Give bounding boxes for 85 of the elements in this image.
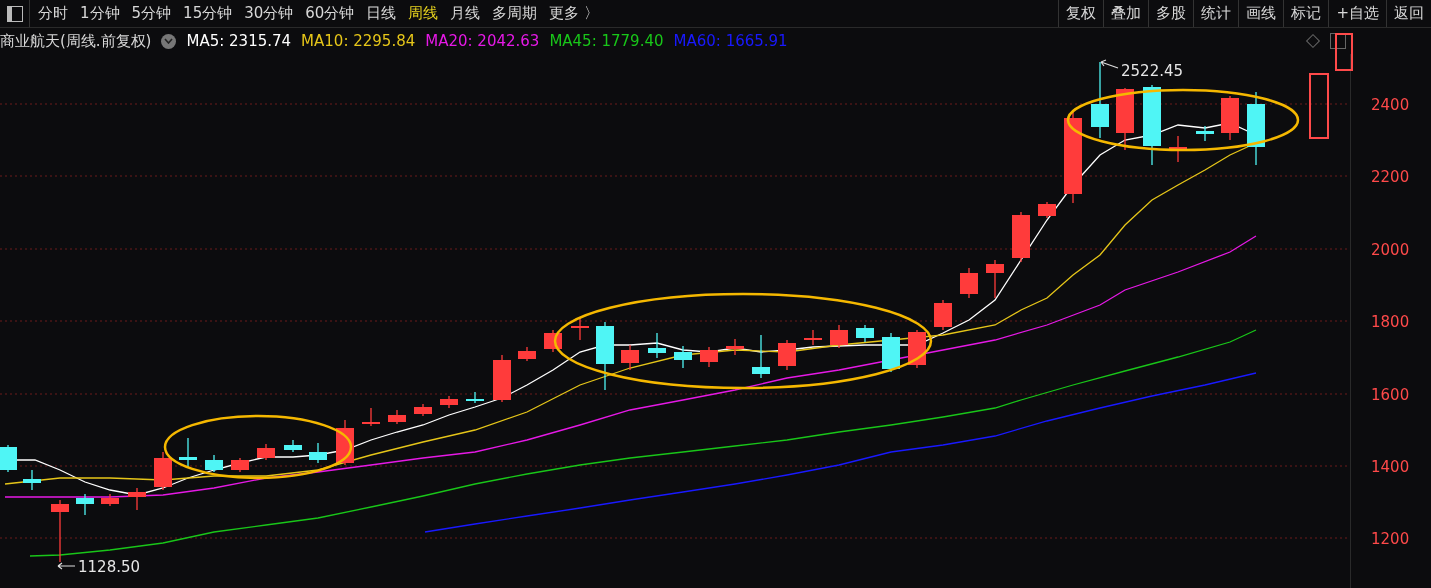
moving-average-label: MA20: 2042.63	[425, 30, 540, 52]
candlestick	[726, 338, 744, 356]
dropdown-icon[interactable]	[161, 33, 177, 49]
toolbar-button[interactable]: 叠加	[1103, 0, 1149, 27]
candlestick	[362, 407, 380, 427]
candlestick	[257, 443, 275, 461]
high-price-label: 2522.45	[1121, 61, 1184, 82]
candlestick	[1169, 135, 1187, 163]
candlestick	[882, 332, 900, 373]
marker-rectangle	[1335, 33, 1353, 71]
candlestick	[986, 259, 1004, 299]
moving-average-label: MA5: 2315.74	[186, 30, 292, 52]
period-tab[interactable]: 60分钟	[305, 2, 355, 25]
period-tab[interactable]: 1分钟	[80, 2, 120, 25]
candlestick	[440, 395, 458, 409]
period-tab[interactable]: 30分钟	[244, 2, 294, 25]
chart-title: 商业航天(周线.前复权)	[0, 30, 152, 52]
candlestick	[830, 324, 848, 349]
candlestick	[284, 439, 302, 453]
toolbar-button[interactable]: 返回	[1386, 0, 1431, 27]
candlestick	[76, 493, 94, 516]
panel-toggle-icon[interactable]	[6, 5, 23, 22]
candlestick	[700, 346, 718, 368]
candlestick	[466, 391, 484, 404]
candlestick	[1012, 211, 1030, 263]
y-axis-label: 2000	[1371, 240, 1410, 261]
y-axis-label: 1800	[1371, 312, 1410, 333]
moving-average-label: MA45: 1779.40	[549, 30, 664, 52]
candlestick	[856, 324, 874, 343]
period-tab[interactable]: 月线	[450, 2, 481, 25]
marker-rectangle	[1309, 73, 1329, 139]
toolbar-button[interactable]: 画线	[1238, 0, 1284, 27]
candlestick	[231, 457, 249, 473]
moving-average-label: MA60: 1665.91	[673, 30, 788, 52]
candlestick	[571, 317, 589, 341]
candlestick	[648, 332, 666, 359]
candlestick	[179, 437, 197, 468]
candlestick	[1221, 95, 1239, 141]
low-price-label: 1128.50	[78, 557, 141, 578]
pointer-arrow	[57, 562, 76, 570]
moving-average-label: MA10: 2295.84	[301, 30, 416, 52]
candlestick	[493, 354, 511, 403]
candlestick	[518, 346, 536, 362]
candlestick	[0, 444, 17, 473]
candlestick	[621, 344, 639, 371]
period-tab[interactable]: 周线	[408, 2, 439, 25]
candlestick	[908, 329, 926, 369]
candlestick	[51, 499, 69, 563]
toolbar-button[interactable]: 多股	[1148, 0, 1194, 27]
candlestick	[544, 329, 562, 353]
candlestick	[1196, 125, 1214, 142]
candlestick	[1116, 87, 1134, 151]
square-icon[interactable]	[1330, 33, 1346, 49]
candlestick	[596, 321, 614, 391]
y-axis-label: 2400	[1371, 95, 1410, 116]
toolbar-button[interactable]: 复权	[1058, 0, 1104, 27]
y-axis-label: 1200	[1371, 529, 1410, 550]
period-tab[interactable]: 日线	[366, 2, 397, 25]
y-axis-label: 2200	[1371, 167, 1410, 188]
period-tab[interactable]: 更多 〉	[549, 2, 600, 25]
candlestick	[101, 493, 119, 507]
candlestick	[388, 409, 406, 425]
toolbar-button[interactable]: 标记	[1283, 0, 1329, 27]
candlestick	[414, 403, 432, 417]
candlestick	[778, 339, 796, 371]
candlestick	[752, 334, 770, 379]
period-tab[interactable]: 多周期	[492, 2, 538, 25]
candlestick	[1038, 201, 1056, 219]
period-tab[interactable]: 5分钟	[131, 2, 172, 25]
toolbar-button[interactable]: +自选	[1328, 0, 1386, 27]
pointer-arrow	[1100, 59, 1119, 69]
candlestick	[804, 329, 822, 346]
candlestick	[674, 345, 692, 369]
candlestick	[128, 487, 146, 511]
period-tab[interactable]: 分时	[38, 2, 68, 25]
y-axis-label: 1400	[1371, 457, 1410, 478]
candlestick	[934, 299, 952, 331]
candlestick	[23, 469, 41, 491]
candlestick	[205, 454, 223, 473]
candlestick	[960, 267, 978, 299]
toolbar-button[interactable]: 统计	[1193, 0, 1239, 27]
y-axis-label: 1600	[1371, 385, 1410, 406]
period-tab[interactable]: 15分钟	[183, 2, 233, 25]
candlestick	[309, 442, 327, 464]
candlestick	[154, 451, 172, 491]
